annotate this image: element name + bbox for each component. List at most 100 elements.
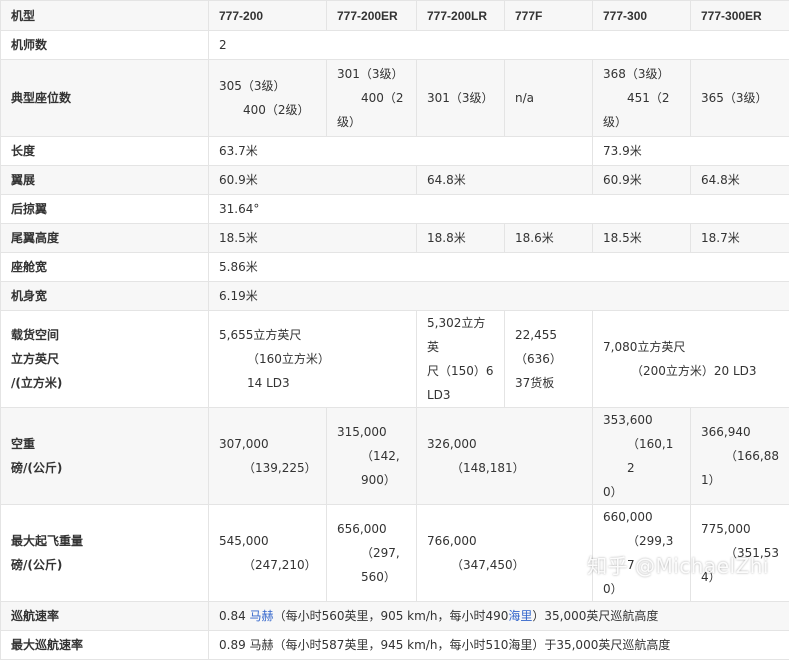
row-tail: 尾翼高度 18.5米 18.8米 18.6米 18.5米 18.7米	[1, 224, 789, 253]
row-fuselage: 机身宽 6.19米	[1, 282, 789, 311]
cell-value: 0.89 马赫（每小时587英里，945 km/h，每小时510海里）于35,0…	[209, 631, 789, 660]
cell-line: 766,000	[427, 529, 582, 553]
model-777-300: 777-300	[593, 1, 691, 31]
cell-value: 545,000 （247,210）	[209, 505, 327, 602]
cruise-text-a: 0.84	[219, 609, 250, 623]
cell-value: 766,000 （347,450）	[417, 505, 593, 602]
header-label: 机型	[1, 1, 209, 31]
cell-line: 326,000	[427, 432, 582, 456]
row-label: 最大起飞重量 磅/(公斤)	[1, 505, 209, 602]
cell-value: 0.84 马赫（每小时560英里，905 km/h，每小时490海里）35,00…	[209, 602, 789, 631]
cell-value: 315,000 （142,900）	[327, 408, 417, 505]
cell-line: 451（2	[603, 86, 680, 110]
cell-line: 305（3级）	[219, 74, 316, 98]
cell-line: 656,000	[337, 517, 406, 541]
cell-line: （299,37	[603, 529, 680, 577]
row-seats: 典型座位数 305（3级） 400（2级） 301（3级） 400（2 级） 3…	[1, 60, 789, 137]
cell-value: n/a	[505, 60, 593, 137]
model-777-200lr: 777-200LR	[417, 1, 505, 31]
row-cabin: 座舱宽 5.86米	[1, 253, 789, 282]
label-line: 磅/(公斤)	[11, 553, 198, 577]
cell-value: 18.5米	[209, 224, 417, 253]
header-row: 机型 777-200 777-200ER 777-200LR 777F 777-…	[1, 1, 789, 31]
cell-value: 365（3级）	[691, 60, 789, 137]
row-empty-weight: 空重 磅/(公斤) 307,000 （139,225） 315,000 （142…	[1, 408, 789, 505]
cell-line: 301（3级）	[337, 62, 406, 86]
label-line: 立方英尺	[11, 347, 198, 371]
row-label: 载货空间 立方英尺 /(立方米)	[1, 311, 209, 408]
knot-link[interactable]: 海里	[508, 609, 532, 623]
row-label: 巡航速率	[1, 602, 209, 631]
row-label: 座舱宽	[1, 253, 209, 282]
cell-value: 368（3级） 451（2 级）	[593, 60, 691, 137]
cell-line: 368（3级）	[603, 62, 680, 86]
cell-line: （297,560）	[337, 541, 406, 589]
cell-value: 63.7米	[209, 137, 593, 166]
cell-line: 307,000	[219, 432, 316, 456]
cell-value: 353,600 （160,12 0）	[593, 408, 691, 505]
model-777-200er: 777-200ER	[327, 1, 417, 31]
row-label: 最大巡航速率	[1, 631, 209, 660]
label-line: 空重	[11, 432, 198, 456]
row-label: 后掠翼	[1, 195, 209, 224]
cell-line: 315,000	[337, 420, 406, 444]
cell-value: 31.64°	[209, 195, 789, 224]
cell-line: 545,000	[219, 529, 316, 553]
cell-line: 22,455	[515, 323, 582, 347]
cell-value: 18.7米	[691, 224, 789, 253]
label-line: /(立方米)	[11, 371, 198, 395]
cell-value: 6.19米	[209, 282, 789, 311]
cell-line: 7,080立方英尺	[603, 335, 779, 359]
row-crew: 机师数 2	[1, 31, 789, 60]
cell-value: 656,000 （297,560）	[327, 505, 417, 602]
row-label: 尾翼高度	[1, 224, 209, 253]
row-label: 翼展	[1, 166, 209, 195]
cell-line: 级）	[337, 110, 406, 134]
cell-line: 5,655立方英尺	[219, 323, 406, 347]
cell-line: 0）	[603, 480, 680, 504]
row-label: 机师数	[1, 31, 209, 60]
row-label: 长度	[1, 137, 209, 166]
mach-link[interactable]: 马赫	[250, 609, 274, 623]
cell-value: 366,940 （166,88 1）	[691, 408, 789, 505]
cell-line: （160立方米）	[219, 347, 406, 371]
cell-value: 18.5米	[593, 224, 691, 253]
cell-line: （200立方米）20 LD3	[603, 359, 779, 383]
cell-value: 326,000 （148,181）	[417, 408, 593, 505]
row-length: 长度 63.7米 73.9米	[1, 137, 789, 166]
cell-line: （636）	[515, 347, 582, 371]
cell-line: LD3	[427, 383, 494, 407]
cruise-text-c: ）35,000英尺巡航高度	[532, 609, 658, 623]
cell-line: （351,53	[701, 541, 779, 565]
label-line: 载货空间	[11, 323, 198, 347]
cell-line: （142,900）	[337, 444, 406, 492]
cell-value: 60.9米	[593, 166, 691, 195]
row-cruise: 巡航速率 0.84 马赫（每小时560英里，905 km/h，每小时490海里）…	[1, 602, 789, 631]
cell-value: 73.9米	[593, 137, 789, 166]
cell-value: 2	[209, 31, 789, 60]
cell-line: 353,600	[603, 408, 680, 432]
row-label: 典型座位数	[1, 60, 209, 137]
row-max-cruise: 最大巡航速率 0.89 马赫（每小时587英里，945 km/h，每小时510海…	[1, 631, 789, 660]
cell-line: 400（2级）	[219, 98, 316, 122]
cell-value: 5,302立方英 尺（150）6 LD3	[417, 311, 505, 408]
row-mtow: 最大起飞重量 磅/(公斤) 545,000 （247,210） 656,000 …	[1, 505, 789, 602]
cell-line: （166,88	[701, 444, 779, 468]
cell-value: 5.86米	[209, 253, 789, 282]
cell-value: 301（3级）	[417, 60, 505, 137]
cell-line: （139,225）	[219, 456, 316, 480]
cell-line: 775,000	[701, 517, 779, 541]
spec-table: 机型 777-200 777-200ER 777-200LR 777F 777-…	[0, 0, 789, 660]
cell-value: 307,000 （139,225）	[209, 408, 327, 505]
row-cargo: 载货空间 立方英尺 /(立方米) 5,655立方英尺 （160立方米） 14 L…	[1, 311, 789, 408]
cell-line: （247,210）	[219, 553, 316, 577]
cell-value: 660,000 （299,37 0）	[593, 505, 691, 602]
cell-line: 366,940	[701, 420, 779, 444]
cell-line: （148,181）	[427, 456, 582, 480]
label-line: 最大起飞重量	[11, 529, 198, 553]
row-sweep: 后掠翼 31.64°	[1, 195, 789, 224]
cell-value: 64.8米	[691, 166, 789, 195]
row-label: 机身宽	[1, 282, 209, 311]
cell-value: 775,000 （351,53 4）	[691, 505, 789, 602]
model-777-200: 777-200	[209, 1, 327, 31]
